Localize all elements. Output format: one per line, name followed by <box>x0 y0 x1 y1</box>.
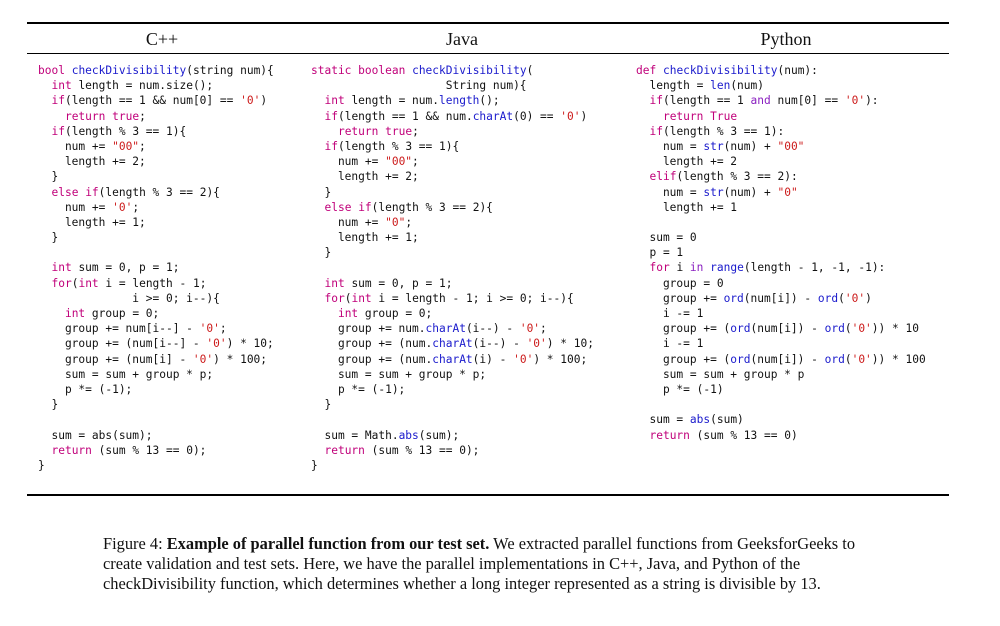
table-top-rule <box>27 22 949 24</box>
code-line: group += ord(num[i]) - ord('0') <box>636 291 872 305</box>
code-line: } <box>311 398 332 412</box>
code-line: sum = 0 <box>636 231 697 245</box>
code-line: return (sum % 13 == 0); <box>51 443 207 457</box>
code-line: i -= 1 <box>636 307 704 320</box>
code-line: group += (num.charAt(i) - '0') * 100; <box>311 352 588 366</box>
code-line: group += (ord(num[i]) - ord('0')) * 100 <box>636 352 926 366</box>
code-line: if(length % 3 == 1): <box>649 124 785 138</box>
code-line: i -= 1 <box>636 337 704 351</box>
code-line: p *= (-1); <box>311 382 406 396</box>
code-line: return true; <box>64 109 146 123</box>
code-line: } <box>38 458 45 472</box>
code-line: sum = sum + group * p <box>636 367 805 381</box>
code-line: if(length % 3 == 1){ <box>324 139 460 153</box>
code-line: group += num[i--] - '0'; <box>38 322 227 336</box>
code-line: return true; <box>337 124 419 138</box>
code-line: length += 1; <box>311 231 419 245</box>
code-line: group += (num[i] - '0') * 100; <box>38 352 268 366</box>
code-line: length += 1 <box>636 200 738 214</box>
code-line: int group = 0; <box>64 307 160 320</box>
code-line: sum = sum + group * p; <box>311 367 487 381</box>
code-line: for(int i = length - 1; i >= 0; i--){ <box>324 291 574 305</box>
code-line: else if(length % 3 == 2){ <box>324 200 493 214</box>
code-line: num += "0"; <box>311 215 413 229</box>
code-line: if(length == 1 and num[0] == '0'): <box>649 94 879 108</box>
column-header-cpp: C++ <box>145 29 179 49</box>
code-line: group = 0 <box>636 276 724 290</box>
code-line: num += "00"; <box>38 139 146 153</box>
figure-caption: Figure 4: Example of parallel function f… <box>103 534 893 594</box>
code-line: int length = num.length(); <box>324 94 500 108</box>
table-header-rule <box>27 53 949 54</box>
cpp-code-block: bool checkDivisibility(string num){ int … <box>38 63 274 473</box>
code-line: } <box>38 231 59 245</box>
code-line: for(int i = length - 1; <box>51 276 207 290</box>
code-line: length += 2; <box>38 155 146 169</box>
code-line: int length = num.size(); <box>51 79 214 93</box>
code-line: group += (num[i--] - '0') * 10; <box>38 337 274 351</box>
code-line: length += 2 <box>636 155 738 169</box>
code-line: else if(length % 3 == 2){ <box>51 185 220 199</box>
code-line: return (sum % 13 == 0); <box>324 443 480 457</box>
code-line: group += num.charAt(i--) - '0'; <box>311 322 547 336</box>
code-line: length = len(num) <box>636 79 764 93</box>
column-header-python: Python <box>760 29 812 49</box>
code-line: p *= (-1); <box>38 382 133 396</box>
code-line: } <box>311 458 318 472</box>
code-line: sum = Math.abs(sum); <box>311 428 460 442</box>
code-line: num += "00"; <box>311 155 419 169</box>
code-line: p = 1 <box>636 246 684 260</box>
code-line: } <box>311 246 332 260</box>
caption-bold-title: Example of parallel function from our te… <box>166 534 490 553</box>
code-line: i >= 0; i--){ <box>38 291 220 305</box>
code-line: length += 1; <box>38 215 146 229</box>
code-line: if(length == 1 && num[0] == '0') <box>51 94 268 108</box>
caption-label: Figure 4: <box>103 534 167 553</box>
code-line: num += '0'; <box>38 200 140 214</box>
code-line: sum = abs(sum) <box>636 413 744 427</box>
code-line: int group = 0; <box>337 307 433 320</box>
code-line: elif(length % 3 == 2): <box>649 170 798 184</box>
code-line: for i in range(length - 1, -1, -1): <box>649 261 886 275</box>
code-line: p *= (-1) <box>636 382 724 396</box>
code-line: static boolean checkDivisibility( <box>311 64 534 77</box>
code-line: length += 2; <box>311 170 419 184</box>
code-line: sum = sum + group * p; <box>38 367 214 381</box>
code-line: } <box>38 398 59 412</box>
code-line: int sum = 0, p = 1; <box>324 276 453 290</box>
code-line: String num){ <box>311 79 527 93</box>
table-bottom-rule <box>27 494 949 496</box>
code-line: def checkDivisibility(num): <box>636 64 818 77</box>
column-header-java: Java <box>446 29 478 49</box>
code-line: if(length == 1 && num.charAt(0) == '0') <box>324 109 588 123</box>
code-line: } <box>311 185 332 199</box>
code-line: } <box>38 170 59 184</box>
code-line: int sum = 0, p = 1; <box>51 261 180 275</box>
code-line: sum = abs(sum); <box>38 428 153 442</box>
code-line: return True <box>662 109 738 123</box>
code-line: num = str(num) + "0" <box>636 185 798 199</box>
code-line: num = str(num) + "00" <box>636 139 805 153</box>
code-line: bool checkDivisibility(string num){ <box>38 64 274 77</box>
code-line: if(length % 3 == 1){ <box>51 124 187 138</box>
code-line: group += (ord(num[i]) - ord('0')) * 10 <box>636 322 919 336</box>
code-line: group += (num.charAt(i--) - '0') * 10; <box>311 337 594 351</box>
python-code-block: def checkDivisibility(num): length = len… <box>636 63 926 443</box>
code-line: return (sum % 13 == 0) <box>649 428 798 442</box>
java-code-block: static boolean checkDivisibility( String… <box>311 63 594 473</box>
